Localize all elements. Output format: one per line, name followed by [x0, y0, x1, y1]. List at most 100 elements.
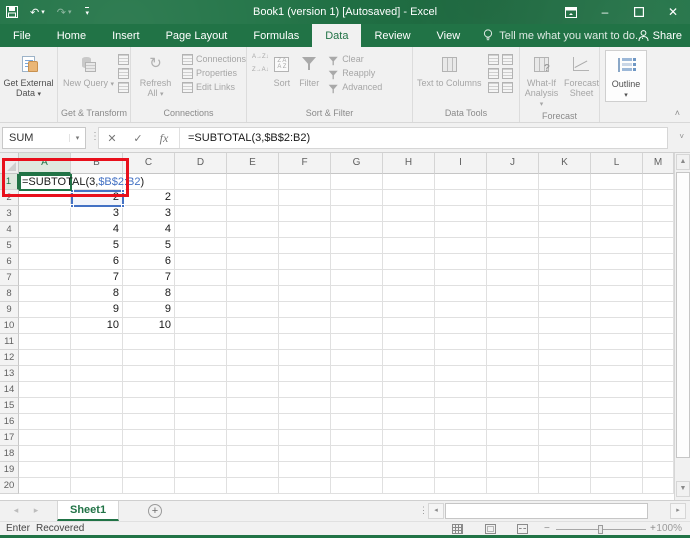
cell-C19[interactable] — [123, 462, 175, 478]
cell-A17[interactable] — [19, 430, 71, 446]
zoom-slider-thumb[interactable] — [598, 525, 603, 534]
cell-K11[interactable] — [539, 334, 591, 350]
sort-button[interactable]: Z AA Z Sort — [274, 50, 290, 88]
sheet-tab-sheet1[interactable]: Sheet1 — [57, 501, 120, 521]
cell-F16[interactable] — [279, 414, 331, 430]
cell-M19[interactable] — [643, 462, 674, 478]
cell-B15[interactable] — [71, 398, 123, 414]
cell-D13[interactable] — [175, 366, 227, 382]
cell-B7[interactable]: 7 — [71, 270, 123, 286]
cell-D5[interactable] — [175, 238, 227, 254]
cell-B16[interactable] — [71, 414, 123, 430]
cell-B5[interactable]: 5 — [71, 238, 123, 254]
cell-K7[interactable] — [539, 270, 591, 286]
tab-insert[interactable]: Insert — [99, 24, 153, 47]
cell-D8[interactable] — [175, 286, 227, 302]
refresh-all-button[interactable]: ↻ Refresh All ▾ — [135, 50, 176, 100]
cell-I9[interactable] — [435, 302, 487, 318]
cell-C17[interactable] — [123, 430, 175, 446]
cell-L10[interactable] — [591, 318, 643, 334]
cell-M10[interactable] — [643, 318, 674, 334]
cell-H8[interactable] — [383, 286, 435, 302]
cell-M20[interactable] — [643, 478, 674, 494]
cell-J2[interactable] — [487, 190, 539, 206]
flash-fill-icon[interactable] — [487, 54, 499, 65]
cell-I10[interactable] — [435, 318, 487, 334]
cell-M13[interactable] — [643, 366, 674, 382]
cell-L19[interactable] — [591, 462, 643, 478]
row-header-9[interactable]: 9 — [0, 302, 19, 318]
cell-B19[interactable] — [71, 462, 123, 478]
cell-A15[interactable] — [19, 398, 71, 414]
cell-E13[interactable] — [227, 366, 279, 382]
close-button[interactable]: ✕ — [656, 0, 690, 24]
cell-G14[interactable] — [331, 382, 383, 398]
row-header-15[interactable]: 15 — [0, 398, 19, 414]
filter-button[interactable]: Filter — [299, 50, 319, 88]
cell-J9[interactable] — [487, 302, 539, 318]
cell-K3[interactable] — [539, 206, 591, 222]
recent-sources-icon[interactable] — [118, 82, 130, 93]
cell-K13[interactable] — [539, 366, 591, 382]
tab-page-layout[interactable]: Page Layout — [153, 24, 241, 47]
cell-M6[interactable] — [643, 254, 674, 270]
cell-I15[interactable] — [435, 398, 487, 414]
sort-descending-icon[interactable]: Z→A↓ — [252, 67, 269, 73]
relationships-icon[interactable] — [487, 82, 499, 93]
cell-L17[interactable] — [591, 430, 643, 446]
minimize-button[interactable]: – — [588, 0, 622, 24]
cell-B14[interactable] — [71, 382, 123, 398]
forecast-sheet-button[interactable]: Forecast Sheet — [564, 50, 599, 98]
row-header-10[interactable]: 10 — [0, 318, 19, 334]
cell-L4[interactable] — [591, 222, 643, 238]
cell-A13[interactable] — [19, 366, 71, 382]
cell-I18[interactable] — [435, 446, 487, 462]
cell-L1[interactable] — [591, 174, 643, 190]
cell-C2[interactable]: 2 — [123, 190, 175, 206]
cell-M17[interactable] — [643, 430, 674, 446]
range-handle[interactable] — [70, 204, 74, 208]
cell-K19[interactable] — [539, 462, 591, 478]
cell-K12[interactable] — [539, 350, 591, 366]
cell-E11[interactable] — [227, 334, 279, 350]
cell-B10[interactable]: 10 — [71, 318, 123, 334]
cell-A8[interactable] — [19, 286, 71, 302]
outline-button[interactable]: Outline ▾ — [604, 50, 648, 102]
remove-duplicates-icon[interactable] — [501, 54, 513, 65]
cell-I7[interactable] — [435, 270, 487, 286]
cell-E7[interactable] — [227, 270, 279, 286]
cell-E19[interactable] — [227, 462, 279, 478]
row-header-5[interactable]: 5 — [0, 238, 19, 254]
cell-L8[interactable] — [591, 286, 643, 302]
row-header-8[interactable]: 8 — [0, 286, 19, 302]
vertical-scrollbar[interactable]: ▲ ▼ — [674, 153, 690, 500]
row-header-20[interactable]: 20 — [0, 478, 19, 494]
column-header-i[interactable]: I — [435, 153, 487, 174]
cell-I1[interactable] — [435, 174, 487, 190]
cell-K14[interactable] — [539, 382, 591, 398]
column-header-e[interactable]: E — [227, 153, 279, 174]
tab-review[interactable]: Review — [361, 24, 423, 47]
cell-J14[interactable] — [487, 382, 539, 398]
cell-J3[interactable] — [487, 206, 539, 222]
cell-A12[interactable] — [19, 350, 71, 366]
cell-D15[interactable] — [175, 398, 227, 414]
cell-B11[interactable] — [71, 334, 123, 350]
zoom-level[interactable]: 100% — [656, 523, 682, 534]
cell-K1[interactable] — [539, 174, 591, 190]
cell-J11[interactable] — [487, 334, 539, 350]
cell-J15[interactable] — [487, 398, 539, 414]
cell-M14[interactable] — [643, 382, 674, 398]
column-header-d[interactable]: D — [175, 153, 227, 174]
horizontal-scrollbar[interactable]: ◂ ▸ — [428, 503, 686, 519]
name-box[interactable]: SUM ▾ — [2, 127, 86, 149]
cell-G16[interactable] — [331, 414, 383, 430]
cell-C7[interactable]: 7 — [123, 270, 175, 286]
page-break-preview-icon[interactable] — [517, 524, 528, 534]
cell-M7[interactable] — [643, 270, 674, 286]
row-header-12[interactable]: 12 — [0, 350, 19, 366]
cell-G7[interactable] — [331, 270, 383, 286]
row-header-17[interactable]: 17 — [0, 430, 19, 446]
cell-H2[interactable] — [383, 190, 435, 206]
cell-D7[interactable] — [175, 270, 227, 286]
